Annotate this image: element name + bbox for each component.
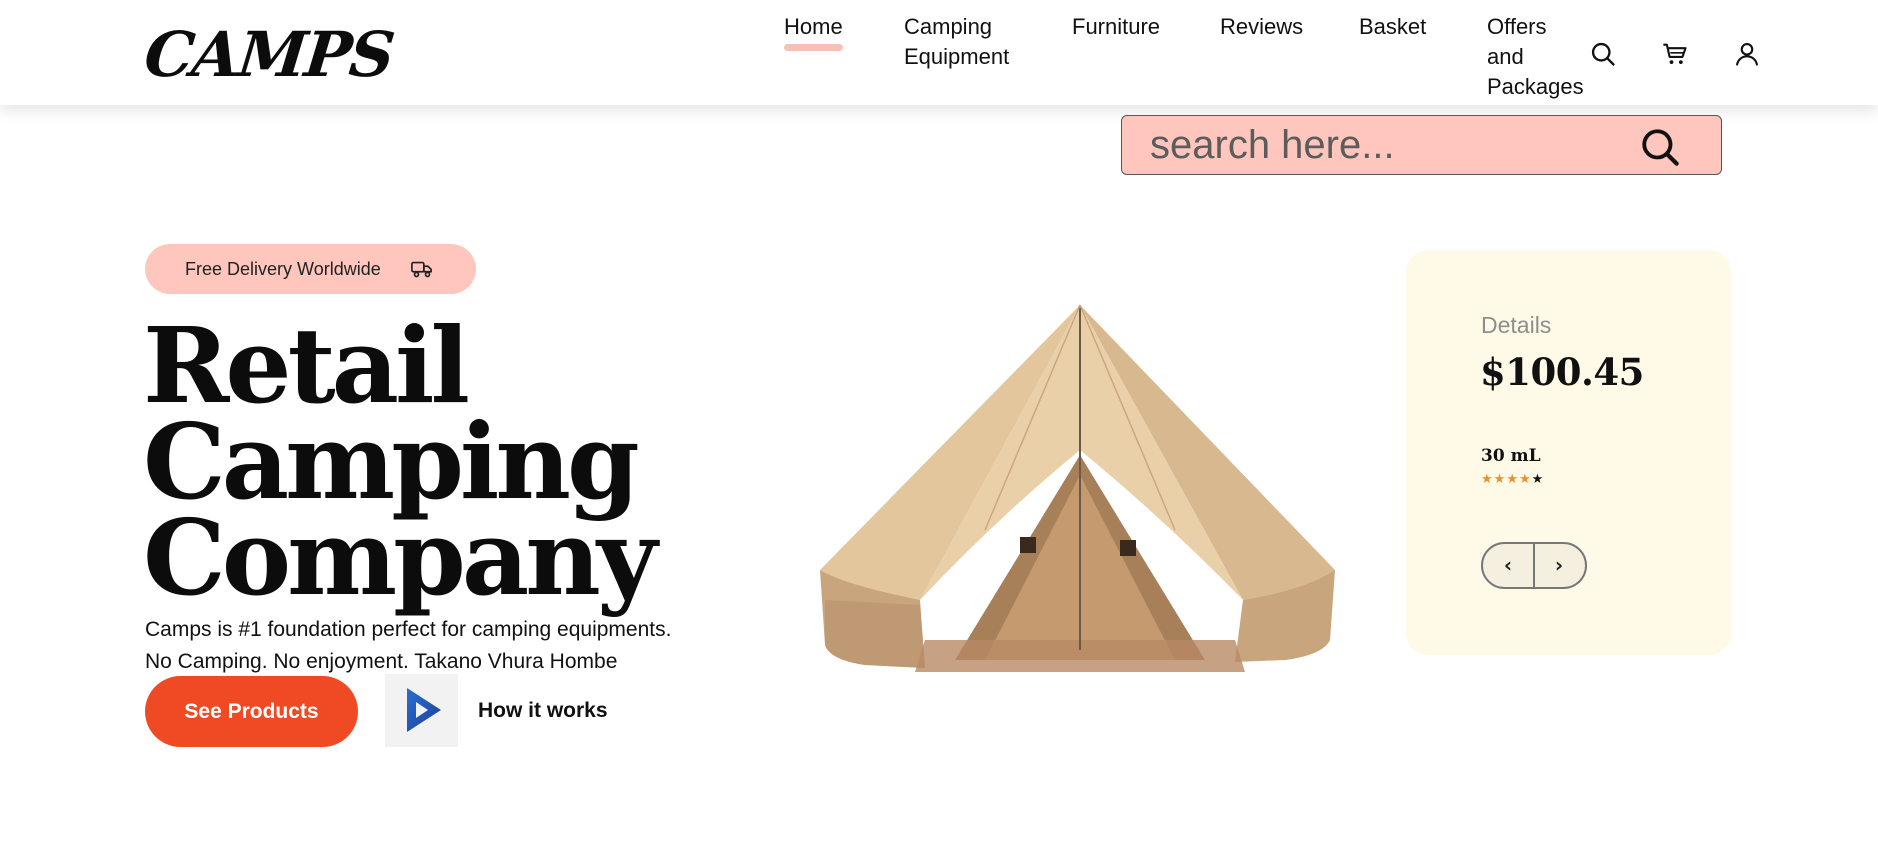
prev-button[interactable]: ‹ xyxy=(1483,544,1535,587)
nav-camping-equipment[interactable]: Camping Equipment xyxy=(904,12,1009,72)
nav-furniture[interactable]: Furniture xyxy=(1072,12,1160,42)
user-icon[interactable] xyxy=(1733,40,1761,68)
truck-icon xyxy=(411,261,432,278)
free-delivery-badge: Free Delivery Worldwide xyxy=(145,244,476,294)
product-price: $100.45 xyxy=(1480,350,1644,394)
star-icon: ★ xyxy=(1506,472,1519,487)
star-icon: ★ xyxy=(1531,472,1545,487)
details-label: Details xyxy=(1481,312,1552,338)
search-icon[interactable] xyxy=(1589,40,1617,68)
tent-image xyxy=(820,304,1335,672)
star-icon: ★ xyxy=(1493,472,1507,487)
carousel-controls: ‹ › xyxy=(1481,542,1587,589)
search-input[interactable] xyxy=(1150,124,1630,166)
star-icon: ★ xyxy=(1481,472,1494,487)
play-video-button[interactable] xyxy=(385,674,458,747)
logo[interactable]: CAMPS xyxy=(141,18,396,91)
description-line: Camps is #1 foundation perfect for campi… xyxy=(145,618,672,641)
nav-reviews[interactable]: Reviews xyxy=(1220,12,1303,42)
star-icon: ★ xyxy=(1518,472,1532,487)
how-it-works-link[interactable]: How it works xyxy=(478,699,608,723)
search-bar xyxy=(1121,115,1722,175)
hero-headline: Retail Camping Company xyxy=(143,314,657,619)
product-details-card: Details $100.45 30 mL ★★★★★ ‹ › xyxy=(1406,250,1731,655)
next-button[interactable]: › xyxy=(1533,544,1585,587)
headline-line: Company xyxy=(143,496,657,619)
product-volume: 30 mL xyxy=(1481,446,1541,466)
nav-offers-and-packages[interactable]: Offers and Packages xyxy=(1487,12,1584,102)
hero-description: Camps is #1 foundation perfect for campi… xyxy=(145,614,671,678)
badge-text: Free Delivery Worldwide xyxy=(185,259,381,279)
nav-home[interactable]: Home xyxy=(784,12,843,51)
see-products-button[interactable]: See Products xyxy=(145,676,358,747)
play-icon xyxy=(407,688,441,732)
nav-basket[interactable]: Basket xyxy=(1359,12,1426,42)
cart-icon[interactable] xyxy=(1661,40,1689,68)
rating-stars: ★★★★★ xyxy=(1481,472,1544,487)
search-icon[interactable] xyxy=(1639,126,1681,168)
site-header: CAMPS Home Camping Equipment Furniture R… xyxy=(0,0,1878,105)
